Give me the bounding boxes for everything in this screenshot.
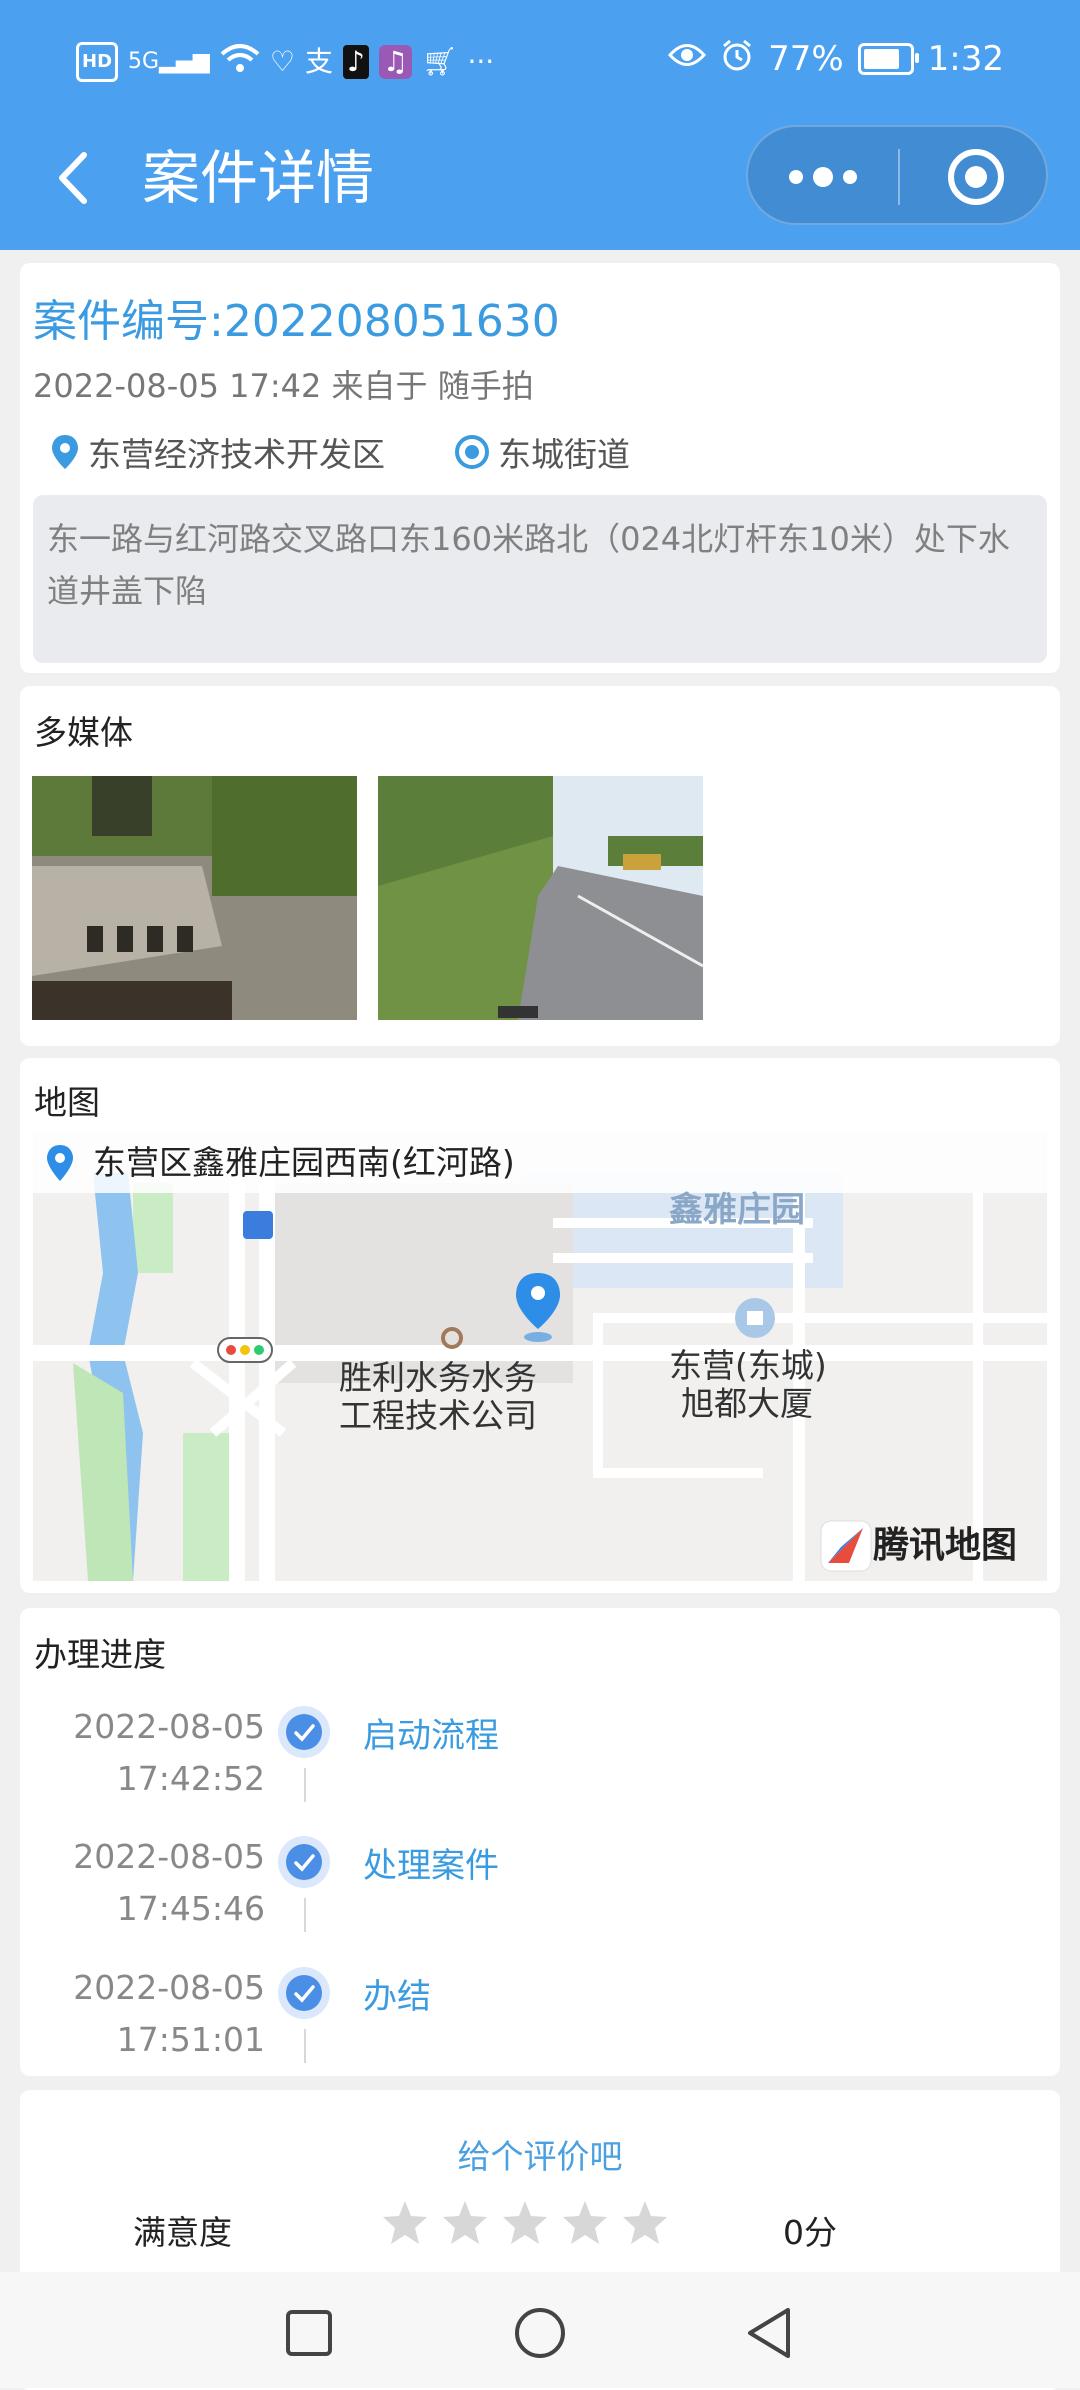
back-triangle-icon[interactable] bbox=[744, 2306, 794, 2360]
step-3-time: 17:51:01 bbox=[116, 2020, 265, 2059]
chevron-left-icon bbox=[59, 152, 87, 204]
rating-prompt: 给个评价吧 bbox=[457, 2137, 623, 2176]
wifi-icon bbox=[220, 42, 260, 82]
map-view[interactable]: 东营区鑫雅庄园西南(红河路) 鑫雅庄园 胜利水务水务 工程技术公司 东营(东城)… bbox=[33, 1133, 1047, 1581]
step-3-check-icon bbox=[278, 1967, 330, 2019]
case-description: 东一路与红河路交叉路口东160米路北（024北灯杆东10米）处下水道井盖下陷 bbox=[33, 495, 1047, 663]
map-address: 东营区鑫雅庄园西南(红河路) bbox=[93, 1143, 515, 1182]
progress-card: 办理进度 2022-08-05 17:42:52 启动流程 2022-08-05… bbox=[20, 1608, 1060, 2076]
step-2-connector bbox=[304, 1898, 306, 1932]
star-rating[interactable] bbox=[380, 2198, 670, 2248]
map-pin-icon bbox=[47, 1145, 73, 1181]
media-card: 多媒体 bbox=[20, 686, 1060, 1046]
status-bar-left: HD 5G▂▄▆ ♡ 支 ♪ ♫ 🛒︎ ··· bbox=[76, 42, 494, 82]
step-3-label: 办结 bbox=[363, 1977, 431, 2017]
alipay-icon: 支 bbox=[304, 45, 333, 78]
map-title: 地图 bbox=[34, 1083, 100, 1122]
map-label-poi2-line2: 旭都大厦 bbox=[681, 1384, 813, 1423]
step-1-date: 2022-08-05 bbox=[73, 1707, 265, 1746]
map-canvas bbox=[33, 1133, 1047, 1581]
media-photo-1[interactable] bbox=[32, 776, 357, 1020]
health-icon: ♡ bbox=[269, 45, 295, 78]
alarm-icon bbox=[720, 38, 754, 80]
street-label: 东城街道 bbox=[498, 435, 630, 474]
recent-apps-square-icon[interactable] bbox=[284, 2308, 334, 2358]
map-label-poi2-line1: 东营(东城) bbox=[669, 1346, 827, 1385]
star-icon-2[interactable] bbox=[440, 2198, 490, 2248]
more-notifications-icon: ··· bbox=[467, 45, 495, 78]
capsule-divider bbox=[898, 149, 900, 205]
map-label-poi1-line1: 胜利水务水务 bbox=[339, 1358, 537, 1397]
star-icon-1[interactable] bbox=[380, 2198, 430, 2248]
clock: 1:32 bbox=[927, 39, 1004, 79]
music-icon: ♫ bbox=[378, 45, 412, 79]
tiktok-icon: ♪ bbox=[342, 45, 369, 79]
target-icon bbox=[948, 149, 1004, 205]
rating-score: 0分 bbox=[783, 2213, 837, 2252]
photo-manhole bbox=[32, 776, 357, 1020]
more-button[interactable] bbox=[778, 152, 868, 202]
case-number: 案件编号:202208051630 bbox=[33, 296, 560, 347]
star-icon-3[interactable] bbox=[500, 2198, 550, 2248]
map-address-bar: 东营区鑫雅庄园西南(红河路) bbox=[33, 1133, 1047, 1193]
satisfaction-label: 满意度 bbox=[133, 2213, 232, 2252]
miniapp-capsule bbox=[746, 125, 1048, 225]
hd-icon: HD bbox=[76, 42, 119, 82]
status-bar-right: 77% 1:32 bbox=[668, 38, 1004, 80]
system-navigation-bar bbox=[0, 2272, 1080, 2388]
street-tag: 东城街道 bbox=[454, 428, 630, 476]
step-1-label: 启动流程 bbox=[363, 1716, 499, 1756]
page-title: 案件详情 bbox=[142, 144, 375, 212]
star-icon-5[interactable] bbox=[620, 2198, 670, 2248]
step-2-date: 2022-08-05 bbox=[73, 1837, 265, 1876]
step-2-time: 17:45:46 bbox=[116, 1889, 265, 1928]
case-meta: 2022-08-05 17:42 来自于 随手拍 bbox=[33, 367, 534, 405]
close-miniapp-button[interactable] bbox=[946, 147, 1006, 207]
map-label-area: 鑫雅庄园 bbox=[669, 1190, 805, 1230]
location-pin-icon bbox=[52, 435, 78, 469]
battery-percent: 77% bbox=[768, 39, 844, 79]
step-1-connector bbox=[304, 1768, 306, 1802]
eye-icon bbox=[668, 42, 707, 76]
photo-road bbox=[378, 776, 703, 1020]
home-circle-icon[interactable] bbox=[513, 2306, 567, 2360]
progress-title: 办理进度 bbox=[34, 1635, 166, 1674]
case-info-card: 案件编号:202208051630 2022-08-05 17:42 来自于 随… bbox=[20, 263, 1060, 673]
step-3-date: 2022-08-05 bbox=[73, 1968, 265, 2007]
step-3-connector bbox=[304, 2029, 306, 2063]
media-title: 多媒体 bbox=[34, 713, 133, 752]
cart-icon: 🛒︎ bbox=[421, 45, 458, 78]
step-2-label: 处理案件 bbox=[363, 1846, 499, 1886]
star-icon-4[interactable] bbox=[560, 2198, 610, 2248]
media-photo-2[interactable] bbox=[378, 776, 703, 1020]
back-button[interactable] bbox=[40, 143, 110, 213]
step-2-check-icon bbox=[278, 1836, 330, 1888]
map-label-poi1-line2: 工程技术公司 bbox=[339, 1396, 537, 1435]
step-1-check-icon bbox=[278, 1706, 330, 1758]
battery-icon bbox=[857, 43, 919, 75]
more-dots-icon bbox=[789, 167, 857, 187]
status-bar: HD 5G▂▄▆ ♡ 支 ♪ ♫ 🛒︎ ··· 77% 1:32 bbox=[0, 28, 1080, 98]
signal-icon: 5G▂▄▆ bbox=[128, 49, 210, 74]
top-header: HD 5G▂▄▆ ♡ 支 ♪ ♫ 🛒︎ ··· 77% 1:32 案件详情 bbox=[0, 0, 1080, 250]
step-1-time: 17:42:52 bbox=[116, 1759, 265, 1798]
district-tag: 东营经济技术开发区 bbox=[50, 428, 385, 476]
navigation-bar: 案件详情 bbox=[0, 125, 1080, 235]
map-card: 地图 东营区鑫雅庄园西南(红河路) 鑫雅庄园 胜利水务水务 工程技术公司 东营(… bbox=[20, 1058, 1060, 1593]
signal-label: 5G bbox=[128, 49, 160, 74]
district-label: 东营经济技术开发区 bbox=[88, 435, 385, 474]
street-target-icon bbox=[455, 435, 489, 469]
map-brand-logo: 腾讯地图 bbox=[873, 1525, 1018, 1566]
